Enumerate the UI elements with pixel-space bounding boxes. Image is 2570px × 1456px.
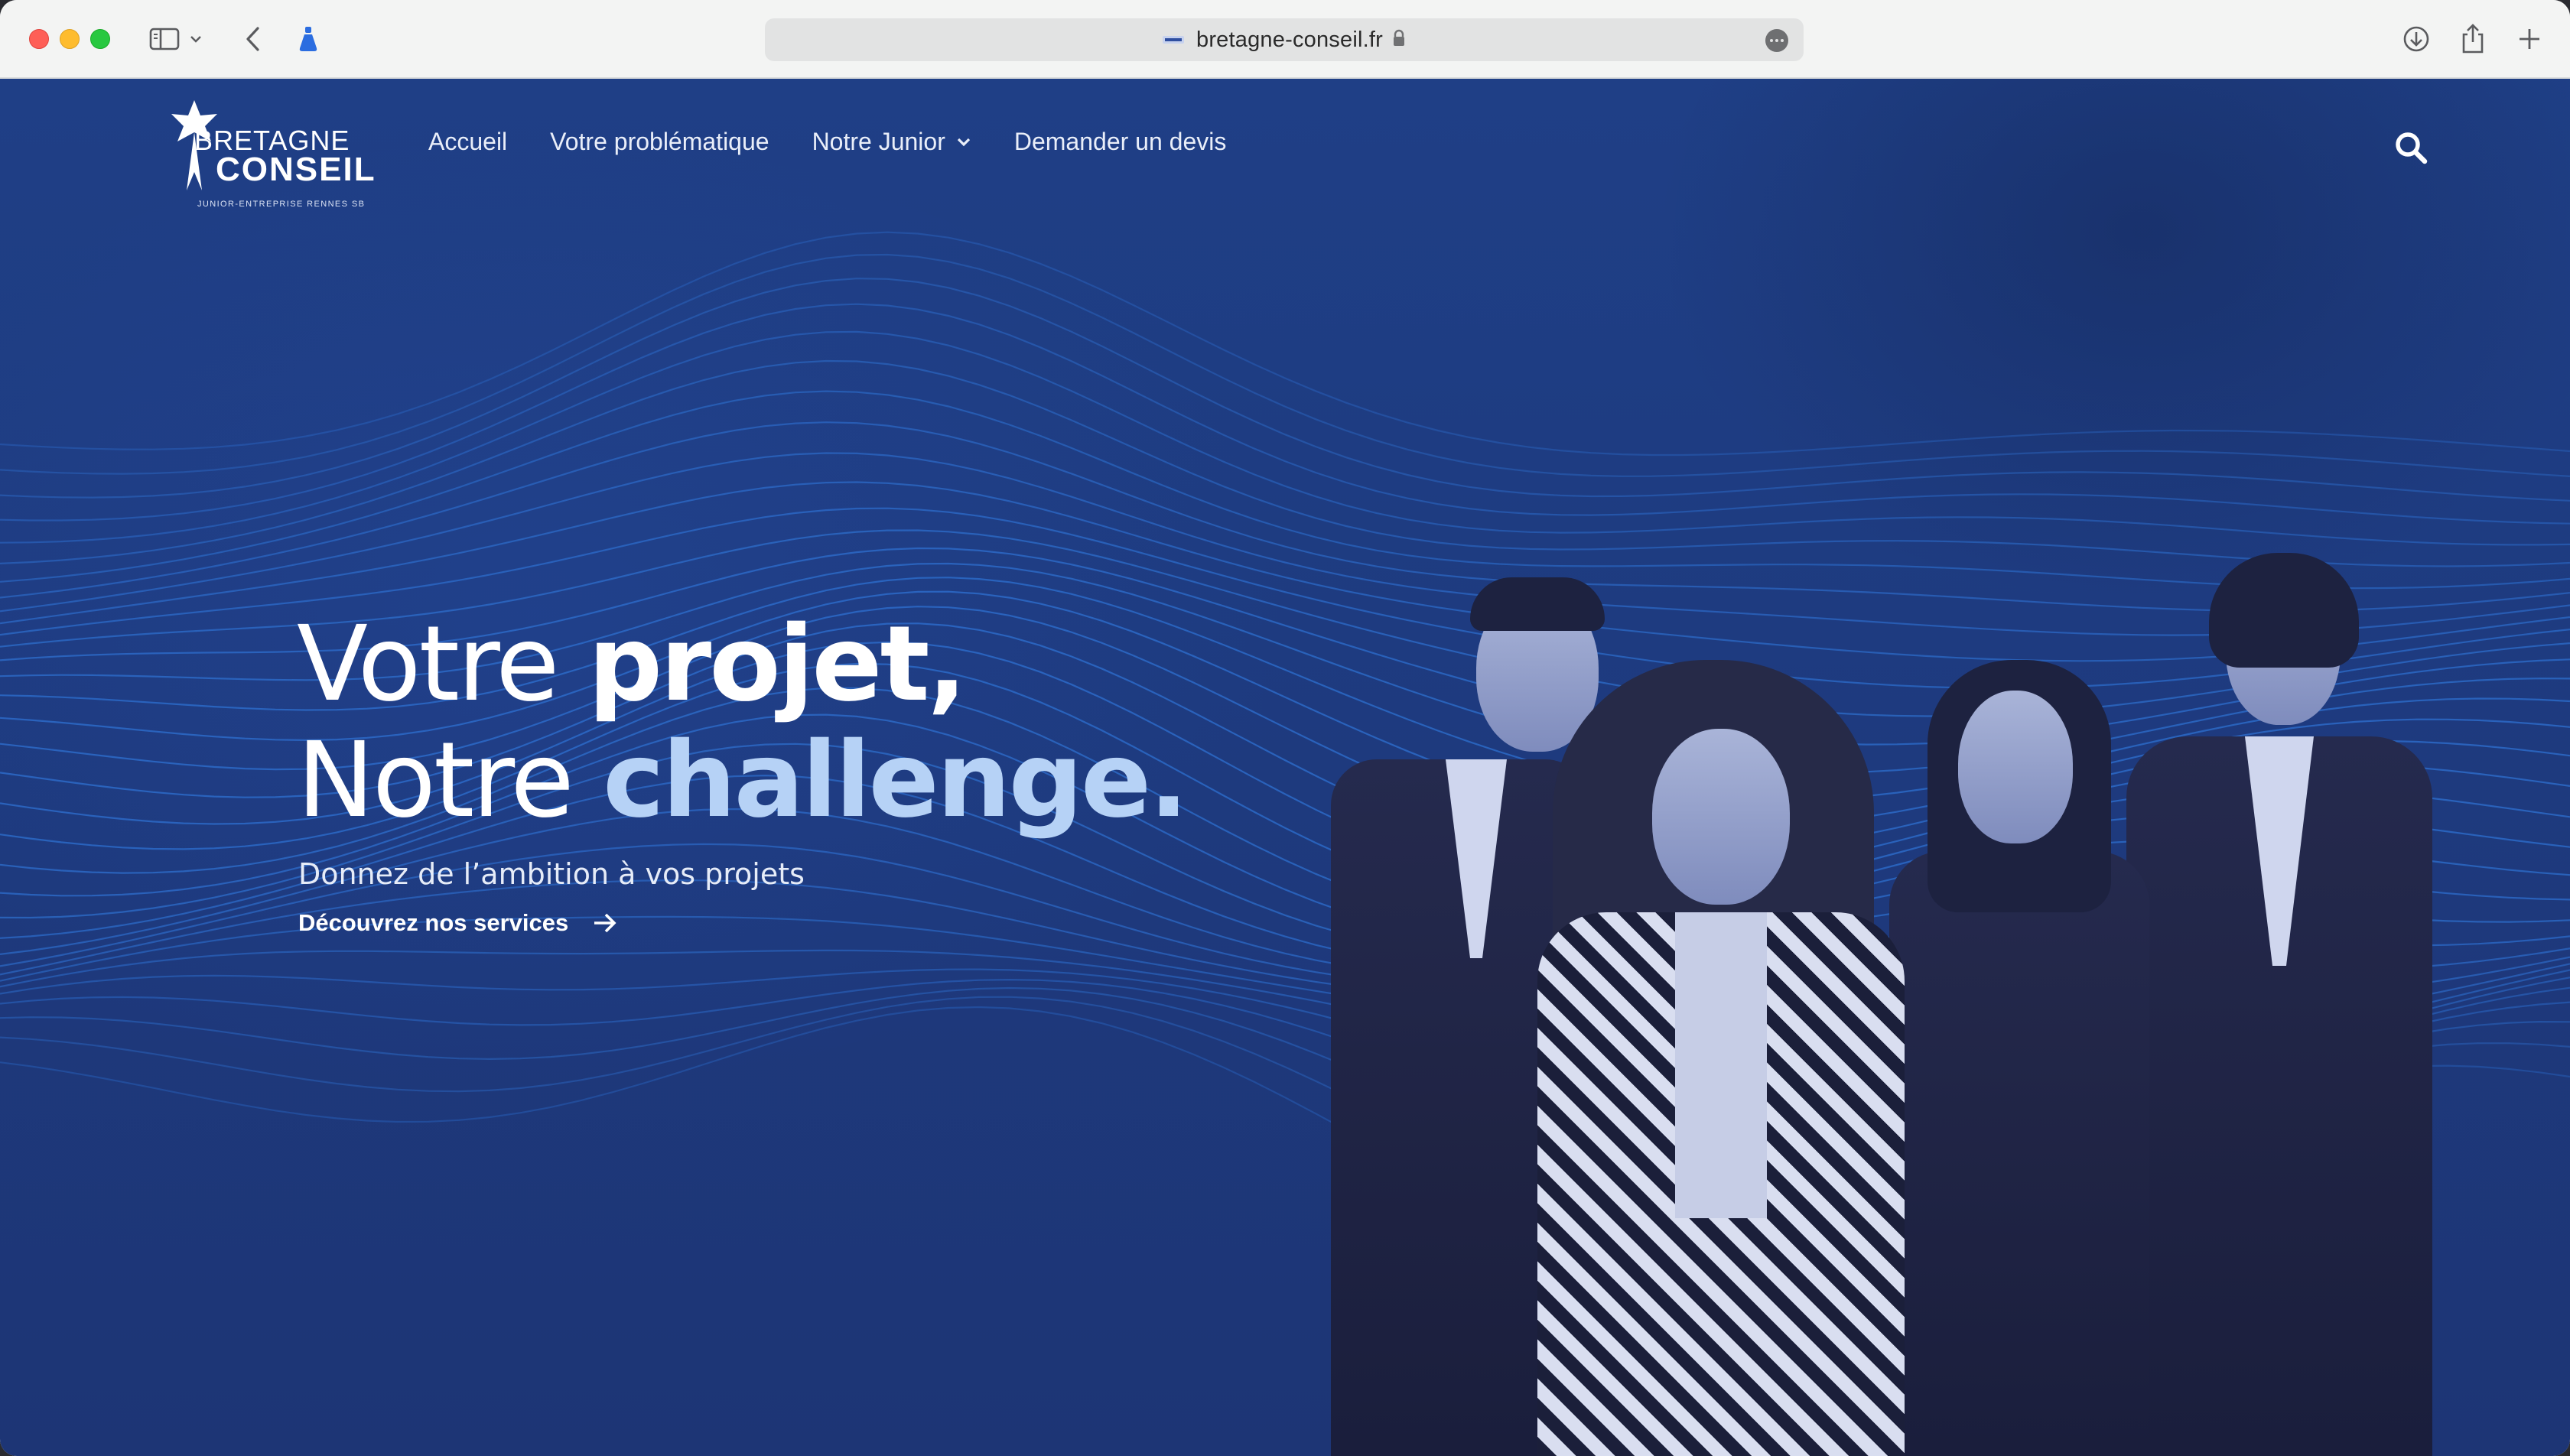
arrow-right-icon bbox=[594, 913, 616, 933]
search-icon[interactable] bbox=[2393, 129, 2429, 166]
nav-item-label: Accueil bbox=[428, 128, 508, 155]
nav-item-label: Votre problématique bbox=[550, 128, 769, 155]
team-photo bbox=[1316, 461, 2448, 1456]
site-favicon-icon bbox=[1163, 33, 1184, 47]
hero-title-line1-light: Votre bbox=[297, 604, 588, 725]
services-link-label: Découvrez nos services bbox=[298, 909, 569, 936]
url-text: bretagne-conseil.fr bbox=[1196, 27, 1383, 52]
zoom-window-button[interactable] bbox=[90, 29, 110, 49]
sidebar-icon[interactable] bbox=[145, 20, 184, 58]
browser-toolbar: bretagne-conseil.fr bbox=[0, 0, 2570, 79]
main-nav: Accueil Votre problématique Notre Junior… bbox=[428, 128, 1226, 156]
nav-item-label: Notre Junior bbox=[812, 128, 945, 155]
site-logo[interactable]: BRETAGNE CONSEIL JUNIOR-ENTREPRISE RENNE… bbox=[167, 99, 375, 209]
team-member bbox=[1522, 660, 1920, 1456]
hero-subtitle: Donnez de l’ambition à vos projets bbox=[298, 857, 805, 891]
hero-title-line2-accent: challenge. bbox=[603, 720, 1189, 841]
nav-item-notre-junior[interactable]: Notre Junior bbox=[812, 128, 971, 156]
nav-item-accueil[interactable]: Accueil bbox=[428, 128, 507, 156]
more-icon[interactable] bbox=[1765, 29, 1788, 52]
team-member bbox=[1882, 660, 2157, 1456]
chevron-down-icon bbox=[957, 138, 970, 146]
nav-item-label: Demander un devis bbox=[1013, 128, 1227, 155]
address-bar[interactable]: bretagne-conseil.fr bbox=[765, 18, 1804, 61]
download-icon[interactable] bbox=[2397, 20, 2435, 58]
logo-tagline: JUNIOR-ENTREPRISE RENNES SB bbox=[197, 200, 366, 209]
team-member bbox=[2111, 553, 2448, 1456]
wave-line bbox=[0, 231, 2570, 457]
extension-icon[interactable] bbox=[289, 20, 327, 58]
browser-window: bretagne-conseil.fr BRETAGNE CONSEIL JUN… bbox=[0, 0, 2570, 1456]
new-tab-plus-icon[interactable] bbox=[2510, 20, 2549, 58]
hero-title: Votre projet, Notre challenge. bbox=[297, 604, 1189, 841]
wave-line bbox=[0, 253, 2570, 477]
back-arrow-icon[interactable] bbox=[234, 20, 272, 58]
share-icon[interactable] bbox=[2454, 20, 2492, 58]
hero-title-line1-bold: projet, bbox=[587, 604, 967, 725]
chevron-down-icon[interactable] bbox=[187, 20, 205, 58]
hero-title-line2-light: Notre bbox=[297, 720, 603, 841]
logo-line2: CONSEIL bbox=[216, 151, 376, 188]
hero-section: BRETAGNE CONSEIL JUNIOR-ENTREPRISE RENNE… bbox=[0, 79, 2570, 1456]
services-link[interactable]: Découvrez nos services bbox=[298, 909, 617, 937]
minimize-window-button[interactable] bbox=[60, 29, 80, 49]
nav-item-problematique[interactable]: Votre problématique bbox=[550, 128, 769, 156]
close-window-button[interactable] bbox=[29, 29, 49, 49]
lock-icon bbox=[1392, 29, 1406, 51]
nav-item-devis[interactable]: Demander un devis bbox=[1014, 128, 1226, 156]
